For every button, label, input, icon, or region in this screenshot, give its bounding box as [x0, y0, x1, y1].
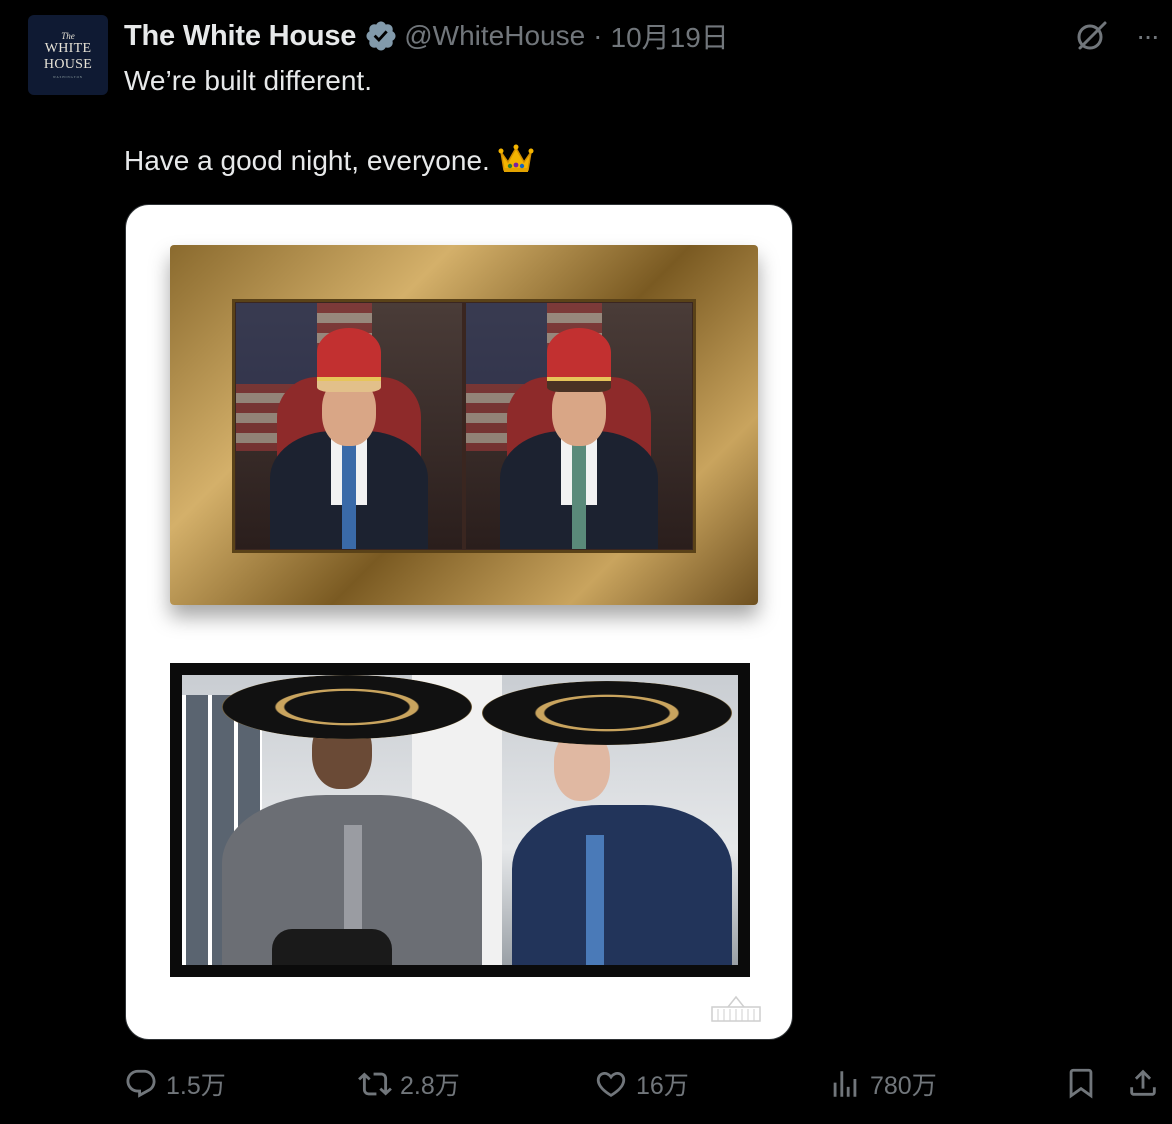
- sombrero-left: [222, 675, 472, 739]
- views-count: 780万: [870, 1072, 937, 1100]
- reply-button[interactable]: 1.5万: [124, 1066, 226, 1102]
- avatar[interactable]: The WHITE HOUSE WASHINGTON: [28, 15, 108, 95]
- bookmark-icon: [1069, 1068, 1093, 1099]
- share-button[interactable]: [1126, 1066, 1160, 1100]
- account-handle[interactable]: @WhiteHouse: [404, 20, 585, 52]
- verified-badge-icon[interactable]: [364, 19, 398, 53]
- avatar-line-1: The: [61, 31, 75, 41]
- grok-icon[interactable]: [1074, 18, 1110, 54]
- post-date[interactable]: 10月19日: [611, 16, 729, 56]
- crown: [317, 327, 381, 377]
- avatar-line-2: WHITE: [44, 41, 92, 56]
- reply-icon: [126, 1069, 156, 1098]
- post-action-bar: 1.5万 2.8万 16万 780万: [124, 1066, 1172, 1110]
- views-chart-icon: [833, 1071, 857, 1097]
- tie: [342, 440, 356, 549]
- reply-count: 1.5万: [166, 1072, 226, 1100]
- suit: [512, 805, 732, 965]
- repost-count: 2.8万: [400, 1072, 460, 1100]
- avatar-line-4: WASHINGTON: [53, 75, 83, 79]
- bookmark-button[interactable]: [1064, 1066, 1098, 1100]
- account-name[interactable]: The White House: [124, 20, 356, 53]
- post-text-line-2: Have a good night, everyone.: [124, 145, 490, 176]
- heart-icon: [596, 1071, 626, 1097]
- crown-emoji: [498, 144, 534, 172]
- repost-button[interactable]: 2.8万: [358, 1066, 460, 1102]
- post-text-line-2-wrapper: Have a good night, everyone.: [124, 142, 534, 179]
- like-count: 16万: [636, 1072, 689, 1100]
- sombrero-photo: [182, 675, 738, 965]
- tie: [572, 440, 586, 549]
- separator-dot: ·: [593, 20, 603, 51]
- views-button[interactable]: 780万: [828, 1066, 937, 1102]
- post-text-line-1: We’re built different.: [124, 65, 372, 96]
- portrait-right: [466, 303, 692, 549]
- portrait-left: [236, 303, 462, 549]
- sombrero-right: [482, 681, 732, 745]
- more-icon[interactable]: ···: [1136, 22, 1160, 50]
- post-top-actions: ···: [1074, 18, 1160, 54]
- post-header: The White House @WhiteHouse · 10月19日: [124, 18, 729, 54]
- white-house-watermark-icon: [711, 995, 761, 1022]
- post-media-image[interactable]: [125, 204, 793, 1040]
- tie: [586, 835, 604, 965]
- microphones: [272, 929, 392, 965]
- royal-portrait-painting: [232, 299, 696, 553]
- repost-icon: [358, 1072, 392, 1096]
- share-icon: [1130, 1069, 1156, 1096]
- post-text: We’re built different. Have a good night…: [124, 62, 534, 179]
- avatar-line-3: HOUSE: [43, 57, 93, 72]
- gilded-frame: [170, 245, 758, 605]
- crown: [547, 327, 611, 377]
- like-button[interactable]: 16万: [594, 1066, 689, 1102]
- sombrero-photo-frame: [170, 663, 750, 977]
